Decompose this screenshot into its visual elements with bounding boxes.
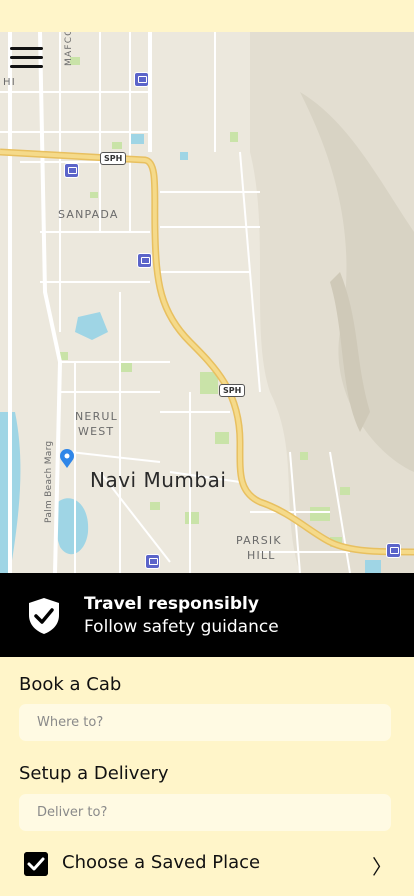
map-view[interactable]: SPH SPH HI MAFCO SANPADA NERUL WEST PARS… [0, 32, 414, 573]
map-label-palm-beach-marg: Palm Beach Marg [44, 440, 54, 523]
menu-button[interactable] [10, 45, 44, 71]
metro-station-icon [64, 163, 79, 178]
map-label-mafco: MAFCO [64, 32, 74, 66]
book-cab-title: Book a Cab [19, 674, 122, 695]
hamburger-icon [10, 47, 43, 50]
metro-station-icon [137, 253, 152, 268]
metro-station-icon [386, 543, 401, 558]
map-label-city: Navi Mumbai [90, 468, 227, 492]
deliver-to-field-container [19, 794, 391, 831]
highway-shield: SPH [100, 152, 127, 165]
deliver-to-input[interactable] [19, 794, 377, 831]
map-label-nerul: NERUL [75, 410, 119, 423]
map-label-sanpada: SANPADA [58, 208, 119, 221]
map-label-hi: HI [3, 77, 16, 88]
map-label-west: WEST [78, 425, 115, 438]
highway-shield: SPH [219, 384, 246, 397]
checkbox-checked-icon[interactable] [24, 852, 48, 876]
banner-title: Travel responsibly [84, 594, 259, 614]
banner-subtitle: Follow safety guidance [84, 617, 279, 637]
shield-check-icon [29, 598, 59, 634]
chevron-right-icon: 〉 [372, 855, 392, 879]
where-to-field-container [19, 704, 391, 741]
where-to-input[interactable] [19, 704, 377, 741]
metro-station-icon [145, 554, 160, 569]
map-label-hill: HILL [247, 549, 276, 562]
hamburger-line [10, 65, 43, 68]
saved-place-label: Choose a Saved Place [62, 852, 261, 873]
hamburger-line [10, 56, 43, 59]
metro-station-icon [134, 72, 149, 87]
safety-banner[interactable] [0, 573, 414, 657]
status-bar [0, 0, 414, 32]
delivery-title: Setup a Delivery [19, 763, 169, 784]
map-label-parsik: PARSIK [236, 534, 282, 547]
